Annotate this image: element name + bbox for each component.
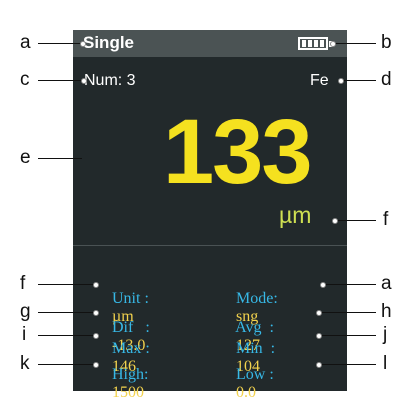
substrate-type: Fe: [310, 72, 329, 89]
callout-letter-f: f: [20, 273, 26, 294]
callout-line-f1: [334, 220, 376, 221]
callout-dot: [93, 333, 99, 339]
callout-dot: [93, 362, 99, 368]
callout-letter-c: c: [20, 69, 30, 90]
low-value: 0.0: [236, 384, 256, 401]
high-label: High:: [112, 366, 149, 383]
callout-dot: [93, 310, 99, 316]
measure-mode-title: Single: [83, 33, 135, 52]
callout-dot: [80, 41, 86, 47]
callout-line-i: [38, 335, 95, 336]
high-value: 1500: [112, 384, 144, 401]
callout-dot: [316, 362, 322, 368]
callout-dot: [332, 218, 338, 224]
callout-letter-e: e: [20, 147, 31, 168]
low-row: Low : 0.0: [220, 348, 274, 420]
callout-dot: [93, 282, 99, 288]
callout-letter-a: a: [381, 273, 392, 294]
callout-line-g: [38, 312, 95, 313]
device-screen: Single Num: 3 Fe 133 µm Unit : µm Mode: …: [73, 30, 347, 401]
callout-letter-l: l: [383, 353, 388, 374]
callout-letter-j: j: [383, 324, 388, 345]
callout-line-a2: [322, 284, 376, 285]
low-label: Low :: [236, 366, 274, 383]
callout-dot: [316, 333, 322, 339]
callout-letter-k: k: [20, 353, 30, 374]
callout-dot: [81, 78, 87, 84]
callout-dot: [316, 310, 322, 316]
high-row: High: 1500: [96, 348, 148, 420]
battery-full-icon: [298, 37, 333, 50]
callout-line-h: [318, 312, 376, 313]
measurement-count: Num: 3: [84, 72, 136, 89]
callout-line-j: [318, 335, 376, 336]
callout-line-b: [332, 43, 376, 44]
callout-line-l: [318, 364, 376, 365]
callout-dot: [320, 282, 326, 288]
callout-letter-f: f: [383, 209, 389, 230]
callout-letter-h: h: [381, 301, 392, 322]
callout-dot: [338, 78, 344, 84]
callout-letter-b: b: [381, 32, 392, 53]
callout-letter-a: a: [20, 32, 31, 53]
callout-dot: [330, 41, 336, 47]
callout-line-d: [340, 80, 376, 81]
callout-line-e: [38, 158, 82, 159]
divider: [73, 245, 347, 246]
callout-letter-i: i: [22, 324, 27, 345]
callout-line-f2: [38, 284, 95, 285]
thickness-reading: 133: [163, 101, 312, 203]
reading-unit: µm: [279, 202, 312, 228]
callout-letter-g: g: [20, 301, 31, 322]
callout-letter-d: d: [381, 69, 392, 90]
status-bar: Single: [73, 30, 347, 57]
callout-line-k: [38, 364, 95, 365]
callout-line-c: [38, 80, 83, 81]
callout-line-a1: [38, 43, 82, 44]
